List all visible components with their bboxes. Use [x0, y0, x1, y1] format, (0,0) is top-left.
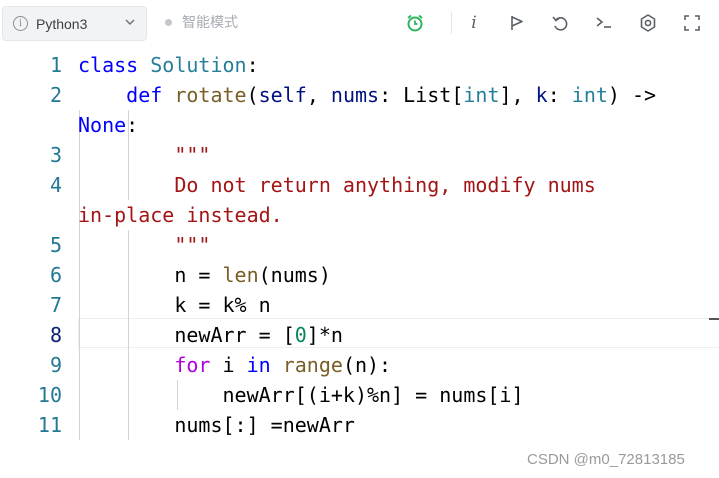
scrollbar-cursor-marker[interactable]	[709, 318, 719, 320]
alarm-clock-icon[interactable]	[404, 12, 426, 34]
editor-toolbar: i Python3 智能模式 i	[0, 0, 719, 47]
smart-mode-toggle[interactable]: 智能模式	[182, 14, 238, 32]
code-token: (n):	[342, 353, 392, 377]
code-token: rotate	[174, 83, 247, 107]
code-line[interactable]: class Solution:	[78, 50, 259, 80]
code-token: ],	[499, 83, 536, 107]
code-token: in-place instead.	[78, 203, 283, 227]
line-number: 4	[49, 173, 62, 197]
code-token: class	[78, 53, 139, 77]
code-token: (nums)	[258, 263, 331, 287]
code-token: None	[78, 113, 127, 137]
code-token: :	[246, 53, 259, 77]
italic-info-icon[interactable]: i	[463, 12, 485, 34]
code-token: def	[126, 83, 163, 107]
code-token: Solution	[150, 53, 247, 77]
code-line[interactable]: nums[:] =newArr	[78, 410, 355, 440]
code-token: ]*n	[306, 323, 343, 347]
code-token: int	[463, 83, 500, 107]
italic-info-glyph: i	[471, 13, 477, 33]
code-token: nums	[330, 83, 380, 107]
code-token: int	[571, 83, 608, 107]
code-line[interactable]: None:	[78, 110, 138, 140]
language-label: Python3	[36, 16, 88, 32]
settings-icon[interactable]	[637, 12, 659, 34]
line-number-active: 8	[49, 323, 62, 347]
code-token: [	[451, 83, 464, 107]
code-token: k	[535, 83, 548, 107]
code-token: newArr[(i+k)%n] = nums[i]	[78, 383, 524, 407]
toolbar-divider	[451, 12, 452, 34]
line-number: 6	[49, 263, 62, 287]
code-token: newArr = [	[78, 323, 295, 347]
code-editor[interactable]: 1 2 3 4 5 6 7 8 9 10 11 class Solution: …	[0, 47, 719, 478]
code-line[interactable]: in-place instead.	[78, 200, 283, 230]
fullscreen-icon[interactable]	[681, 12, 703, 34]
code-line[interactable]: """	[78, 230, 210, 260]
flag-icon[interactable]	[506, 12, 528, 34]
code-token: :	[547, 83, 572, 107]
code-token: :	[379, 83, 404, 107]
line-number: 10	[37, 383, 62, 407]
line-number: 9	[49, 353, 62, 377]
code-token: ) ->	[607, 83, 657, 107]
code-token: List	[403, 83, 452, 107]
code-line[interactable]: for i in range(n):	[78, 350, 391, 380]
line-number: 2	[49, 83, 62, 107]
code-token: n =	[78, 263, 223, 287]
code-token: 0	[294, 323, 307, 347]
code-line[interactable]: """	[78, 140, 210, 170]
terminal-icon[interactable]	[593, 12, 615, 34]
code-token: Do not return anything, modify nums	[174, 173, 596, 197]
code-token: ,	[306, 83, 331, 107]
watermark: CSDN @m0_72813185	[527, 451, 685, 468]
info-icon: i	[13, 16, 28, 31]
undo-icon[interactable]	[549, 12, 571, 34]
code-token: :	[126, 113, 139, 137]
line-number: 7	[49, 293, 62, 317]
code-line[interactable]: def rotate(self, nums: List[int], k: int…	[78, 80, 656, 110]
mode-status-dot	[165, 19, 172, 26]
line-number: 1	[49, 53, 62, 77]
code-token: i	[210, 353, 247, 377]
code-token: range	[282, 353, 343, 377]
code-line[interactable]: Do not return anything, modify nums	[78, 170, 596, 200]
code-token: nums[:] =newArr	[78, 413, 355, 437]
code-token: """	[174, 233, 211, 257]
code-token: """	[174, 143, 211, 167]
line-number: 3	[49, 143, 62, 167]
code-token: (	[246, 83, 259, 107]
code-line[interactable]: newArr = [0]*n	[78, 320, 343, 350]
code-line[interactable]: newArr[(i+k)%n] = nums[i]	[78, 380, 524, 410]
language-select[interactable]: i Python3	[2, 6, 147, 41]
line-number: 5	[49, 233, 62, 257]
code-token: in	[246, 353, 271, 377]
code-line[interactable]: n = len(nums)	[78, 260, 331, 290]
code-token: self	[258, 83, 307, 107]
code-token: len	[222, 263, 259, 287]
code-token: k = k% n	[78, 293, 271, 317]
line-number: 11	[37, 413, 62, 437]
code-line[interactable]: k = k% n	[78, 290, 271, 320]
code-token: for	[174, 353, 211, 377]
chevron-down-icon	[125, 19, 135, 25]
